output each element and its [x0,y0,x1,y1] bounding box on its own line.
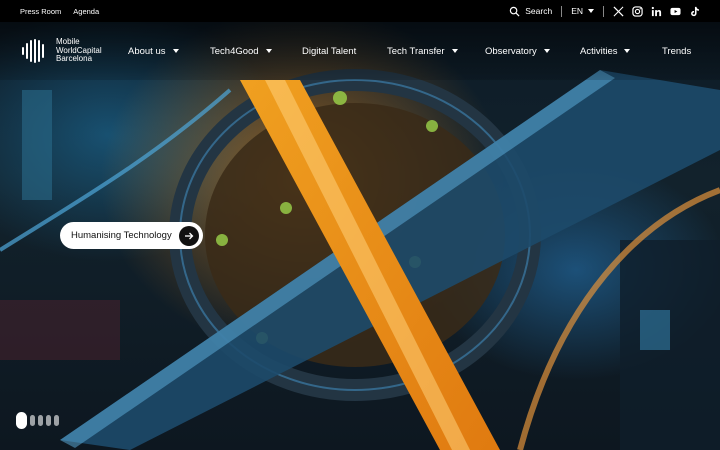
search-icon [510,6,520,17]
slide-dot[interactable] [38,415,43,426]
nav-item-label: About us [128,45,166,57]
chevron-down-icon [172,49,179,53]
youtube-icon[interactable] [670,6,681,17]
linkedin-icon[interactable] [651,6,662,17]
slide-dot[interactable] [30,415,35,426]
nav-item-digital-talent[interactable]: Digital Talent [302,46,356,57]
top-utility-bar: Press Room Agenda Search EN [0,0,720,22]
slider-pagination [16,412,59,429]
social-links [613,5,700,17]
agenda-link[interactable]: Agenda [73,7,99,16]
language-selector[interactable]: EN [571,6,594,16]
x-icon[interactable] [613,5,624,17]
press-room-link[interactable]: Press Room [20,7,61,16]
divider [603,5,604,17]
nav-item-label: Observatory [485,45,537,57]
nav-item-label: Digital Talent [302,45,357,57]
nav-item-label: Activities [580,45,618,57]
nav-item-label: Tech Transfer [387,45,445,57]
search-label: Search [525,6,553,16]
nav-item-label: Trends [662,45,692,57]
logo-wordmark: Mobile WorldCapital Barcelona [56,38,102,64]
nav-item-activities[interactable]: Activities [580,45,631,57]
cta-label: Humanising Technology [71,230,172,241]
slide-dot[interactable] [46,415,51,426]
nav-item-label: Tech4Good [210,45,259,57]
tiktok-icon[interactable] [689,6,700,17]
slide-dot-active[interactable] [16,412,27,429]
humanising-technology-button[interactable]: Humanising Technology [60,222,203,249]
chevron-down-icon [265,49,272,53]
search-button[interactable]: Search [509,6,552,17]
chevron-down-icon [451,49,458,53]
instagram-icon[interactable] [632,5,643,17]
arrow-right-icon [179,225,199,246]
nav-item-about-us[interactable]: About us [128,46,179,57]
logo-mark-icon [22,39,44,63]
divider [561,5,563,17]
chevron-down-icon [624,49,631,53]
nav-item-observatory[interactable]: Observatory [485,46,550,57]
nav-item-tech4good[interactable]: Tech4Good [210,46,272,57]
chevron-down-icon [588,9,594,13]
logo-line-3: Barcelona [56,54,93,64]
nav-item-trends[interactable]: Trends [662,46,691,57]
slide-dot[interactable] [54,415,59,426]
site-logo[interactable]: Mobile WorldCapital Barcelona [20,37,120,65]
utility-right: Search EN [509,5,700,17]
nav-item-tech-transfer[interactable]: Tech Transfer [387,46,458,57]
language-label: EN [571,6,583,16]
chevron-down-icon [543,49,550,53]
utility-links: Press Room Agenda [20,7,99,16]
main-navigation: Mobile WorldCapital Barcelona About us T… [0,22,720,80]
